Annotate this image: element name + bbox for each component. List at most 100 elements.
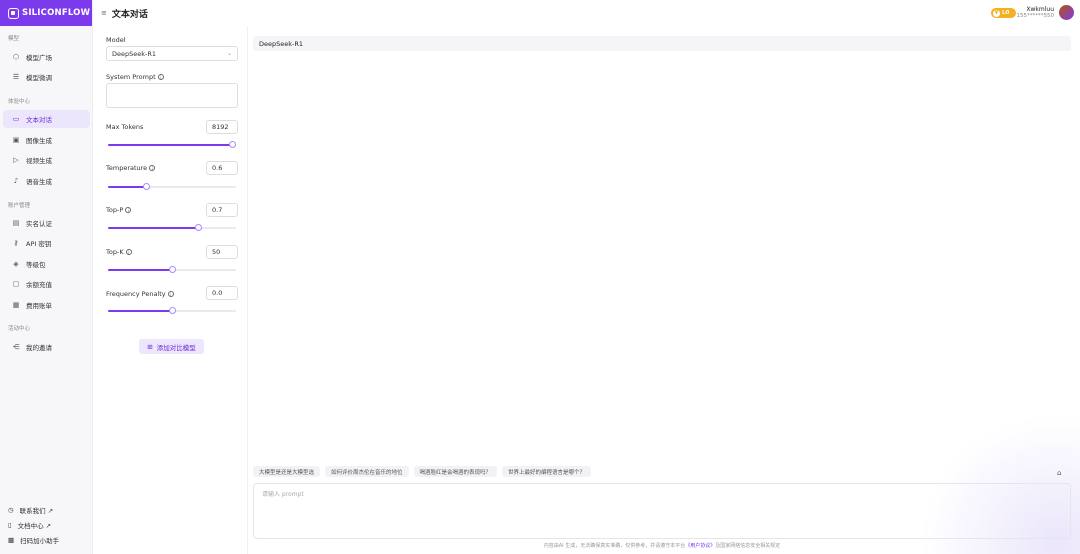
suggestion-chips: 大模型是还是大模型选 如何评价周杰伦在音乐的地位 喝酒脸红是会喝酒的表现吗？ 世… (253, 466, 592, 477)
sidebar: SILICONFLOW 模型 ⬡ 模型广场 ☰ 模型微调 体验中心 ▭ 文本对话… (0, 0, 93, 554)
top-p-input[interactable]: 0.7 (206, 203, 238, 217)
params-panel: Model DeepSeek-R1 ⌄ System Prompt i Max … (93, 26, 248, 554)
slider-fill (108, 227, 198, 229)
disclaimer-text-end: 及国家网络信息安全相关规定 (715, 543, 781, 549)
slider-handle[interactable] (195, 224, 202, 231)
sidebar-item-video-gen[interactable]: ▷ 视频生成 (3, 151, 90, 169)
sidebar-item-model-square[interactable]: ⬡ 模型广场 (3, 48, 90, 66)
sidebar-item-image-gen[interactable]: ▣ 图像生成 (3, 131, 90, 149)
slider-fill (108, 144, 236, 146)
level-badge-label: L0 (1002, 10, 1010, 16)
model-select[interactable]: DeepSeek-R1 ⌄ (106, 46, 238, 61)
top-k-label-text: Top-K (106, 248, 124, 256)
prompt-input-box[interactable] (253, 483, 1071, 539)
model-select-value: DeepSeek-R1 (112, 49, 157, 58)
chevron-down-icon: ⌄ (226, 50, 232, 57)
temperature-label-text: Temperature (106, 164, 148, 172)
section-title-activity: 活动中心 (8, 326, 31, 332)
section-title-experience: 体验中心 (8, 99, 31, 105)
sidebar-item-text-chat[interactable]: ▭ 文本对话 (3, 110, 90, 128)
sidebar-footer-contact[interactable]: ◷ 联系我们 ↗ (8, 505, 53, 515)
add-compare-model-button[interactable]: ⊞ 添加对比模型 (139, 339, 204, 354)
info-icon[interactable]: i (167, 291, 174, 297)
sidebar-item-label: 等级包 (26, 261, 46, 269)
top-k-input[interactable]: 50 (206, 245, 238, 259)
max-tokens-label: Max Tokens (106, 123, 144, 131)
level-badge[interactable]: ¥ L0 (991, 8, 1016, 18)
sidebar-item-invite[interactable]: ⋲ 我的邀请 (3, 338, 90, 356)
slider-handle[interactable] (143, 183, 150, 190)
logo-text: SILICONFLOW (22, 8, 91, 18)
slider-handle[interactable] (169, 266, 176, 273)
info-icon[interactable]: i (125, 249, 132, 255)
section-title-model: 模型 (8, 36, 20, 42)
package-icon: ◈ (13, 260, 19, 268)
sidebar-item-label: 模型微调 (26, 74, 52, 82)
max-tokens-slider[interactable] (108, 141, 236, 148)
model-label: Model (106, 36, 126, 44)
suggestion-chip[interactable]: 如何评价周杰伦在音乐的地位 (325, 466, 409, 477)
sidebar-item-label: 模型广场 (26, 54, 52, 62)
sidebar-item-recharge[interactable]: ▢ 余额充值 (3, 275, 90, 293)
sidebar-item-label: 费用账单 (26, 302, 52, 310)
slider-handle[interactable] (169, 307, 176, 314)
top-p-slider[interactable] (108, 224, 236, 231)
info-icon[interactable]: i (125, 207, 132, 213)
sidebar-item-label: 文本对话 (26, 116, 52, 124)
frequency-penalty-input[interactable]: 0.0 (206, 286, 238, 300)
sidebar-footer-docs[interactable]: ▯ 文档中心 ↗ (8, 520, 51, 530)
top-k-label: Top-K i (106, 248, 132, 256)
clear-chat-icon[interactable]: ⌂ (1057, 469, 1061, 477)
suggestion-chip[interactable]: 大模型是还是大模型选 (253, 466, 321, 477)
slider-handle[interactable] (229, 141, 236, 148)
wallet-icon: ▢ (12, 280, 20, 288)
avatar[interactable] (1059, 5, 1074, 20)
sliders-icon: ☰ (12, 73, 20, 81)
sidebar-item-voice-gen[interactable]: ♪ 语音生成 (3, 172, 90, 190)
suggestion-chip[interactable]: 世界上最好的编程语言是哪个？ (502, 466, 592, 477)
info-icon[interactable]: i (157, 74, 164, 80)
contact-icon: ◷ (8, 506, 14, 514)
sidebar-item-label: 语音生成 (26, 178, 52, 186)
prompt-input[interactable] (262, 491, 562, 498)
logo[interactable]: SILICONFLOW (0, 0, 92, 26)
sidebar-item-level-pack[interactable]: ◈ 等级包 (3, 255, 90, 273)
slider-fill (108, 310, 172, 312)
sidebar-item-label: API 密钥 (26, 240, 52, 248)
add-box-icon: ⊞ (147, 342, 153, 351)
suggestion-chip[interactable]: 喝酒脸红是会喝酒的表现吗？ (413, 466, 498, 477)
sidebar-item-label: 视频生成 (26, 157, 52, 165)
disclaimer-text: 内容由AI 生成，无法确保真实准确，仅供参考，并请遵守本平台 (543, 543, 686, 549)
user-name: Xwkmluu (1026, 6, 1054, 13)
top-k-slider[interactable] (108, 266, 236, 273)
system-prompt-input[interactable] (106, 83, 238, 108)
temperature-slider[interactable] (108, 183, 236, 190)
sidebar-item-label: 实名认证 (26, 220, 52, 228)
slider-fill (108, 186, 146, 188)
sidebar-item-model-finetune[interactable]: ☰ 模型微调 (3, 68, 90, 86)
doc-icon: ▯ (8, 521, 12, 529)
sidebar-footer-label: 扫码加小助手 (20, 537, 60, 545)
sidebar-footer-assistant[interactable]: ▩ 扫码加小助手 (8, 535, 59, 545)
system-prompt-label-text: System Prompt (106, 73, 156, 81)
system-prompt-label: System Prompt i (106, 73, 164, 81)
info-icon[interactable]: i (149, 165, 156, 171)
sidebar-item-real-name[interactable]: ▤ 实名认证 (3, 214, 90, 232)
bill-icon: ▦ (12, 301, 20, 309)
frequency-penalty-slider[interactable] (108, 307, 236, 314)
max-tokens-input[interactable]: 8192 (206, 120, 238, 134)
menu-icon[interactable]: ≡ (101, 9, 107, 17)
section-title-account: 账户管理 (8, 203, 31, 209)
image-icon: ▣ (12, 136, 20, 144)
sidebar-item-label: 余额充值 (26, 281, 52, 289)
temperature-input[interactable]: 0.6 (206, 161, 238, 175)
user-info[interactable]: Xwkmluu 155******550 (1017, 6, 1055, 19)
key-icon: ⚷ (13, 239, 19, 247)
share-icon: ⋲ (12, 343, 20, 351)
slider-fill (108, 269, 172, 271)
sidebar-item-billing[interactable]: ▦ 费用账单 (3, 296, 90, 314)
user-agreement-link[interactable]: 《用户协议》 (685, 543, 715, 549)
cube-icon: ⬡ (12, 53, 20, 61)
monitor-icon: ▭ (12, 115, 20, 123)
sidebar-item-api-key[interactable]: ⚷ API 密钥 (3, 234, 90, 252)
